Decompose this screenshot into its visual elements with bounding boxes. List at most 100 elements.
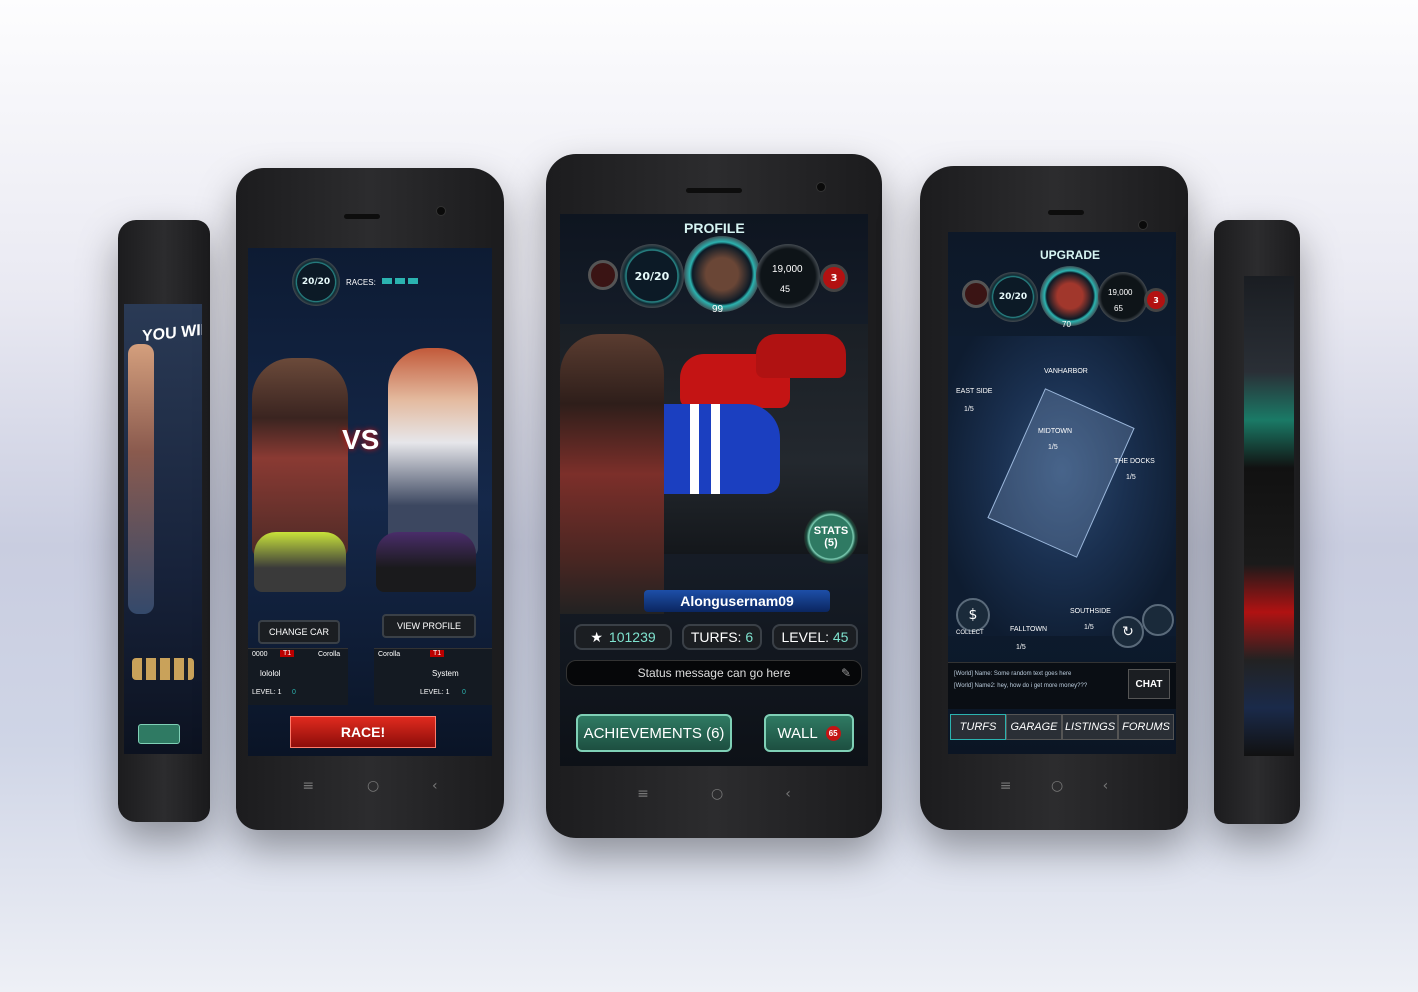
status-message: Status message can go here [637,666,791,680]
red-car-back [756,334,846,378]
district-midtown[interactable]: MIDTOWN [1038,428,1072,435]
nav-bar: ≡ ○ ‹ [546,786,882,802]
fuel-value: 20/20 [634,269,670,283]
collect-button[interactable]: $ [956,598,990,632]
profile-screen: PROFILE 20/20 99 19,000 45 3 STATS (5) A… [560,214,868,766]
avatar[interactable] [684,236,760,312]
left-tier-badge: T1 [280,650,295,657]
achievements-label: ACHIEVEMENTS (6) [583,724,725,742]
far-left-screen: YOU WIN!! [124,304,202,754]
district-falltown[interactable]: FALLTOWN [1010,626,1047,633]
speaker [344,214,380,219]
avatar-level: 99 [712,304,724,315]
level-pill: LEVEL: 45 [772,624,858,650]
district-the-docks-count: 1/5 [1126,474,1136,481]
score-pill: ★ 101239 [574,624,672,650]
district-midtown-count: 1/5 [1048,444,1058,451]
notification-count: 3 [830,272,838,284]
upgrade-screen: UPGRADE 20/20 70 19,000 65 3 VANHARBOR E… [948,232,1176,754]
menu-button[interactable] [962,280,990,308]
right-stars: 0 [462,689,466,696]
win-headline: YOU WIN!! [142,319,202,346]
stats-button[interactable]: STATS (5) [804,510,858,564]
achievements-button[interactable]: ACHIEVEMENTS (6) [576,714,732,752]
menu-icon[interactable]: ≡ [1000,778,1012,794]
fuel-gauge: 20/20 [988,272,1038,322]
tab-garage[interactable]: GARAGE [1006,714,1062,740]
chat-button[interactable]: CHAT [1128,669,1170,699]
far-right-screen [1244,276,1294,756]
view-profile-button[interactable]: VIEW PROFILE [382,614,476,638]
turfs-label: TURFS: [690,629,742,645]
fuel-gauge: 20/20 [292,258,340,306]
continue-button[interactable] [138,724,180,744]
page-title: UPGRADE [1040,248,1101,262]
races-progress-bar [382,278,420,284]
avatar[interactable] [1040,266,1100,326]
fuel-gauge: 20/20 [620,244,684,308]
city-icon[interactable] [1142,604,1174,636]
right-level: LEVEL: 1 [420,689,450,696]
currency-gauge [1098,272,1148,322]
wall-badge: 65 [825,725,841,741]
username: Alongusernam09 [680,593,794,609]
tab-turfs[interactable]: TURFS [950,714,1006,740]
score-value: 101239 [608,629,656,645]
left-level: LEVEL: 1 [252,689,282,696]
home-icon[interactable]: ○ [1051,778,1063,794]
notification-count: 3 [1153,295,1159,305]
front-camera [436,206,446,216]
district-the-docks[interactable]: THE DOCKS [1114,458,1155,465]
left-car [254,532,346,592]
level-value: 45 [832,629,849,645]
district-east-side[interactable]: EAST SIDE [956,388,992,395]
back-icon[interactable]: ‹ [432,778,438,794]
currency-gauge [756,244,820,308]
races-label: RACES: [346,278,376,287]
vs-label: VS [342,424,380,455]
wall-label: WALL [777,724,818,742]
race-screen: 20/20 RACES: VS CHANGE CAR VIEW PROFILE … [248,248,492,756]
menu-icon[interactable]: ≡ [302,778,314,794]
left-racer [252,358,348,558]
change-car-button[interactable]: CHANGE CAR [258,620,340,644]
phone-profile: PROFILE 20/20 99 19,000 45 3 STATS (5) A… [546,154,882,838]
bottom-tabs: TURFS GARAGE LISTINGS FORUMS [948,714,1176,742]
page-title: PROFILE [684,220,745,236]
race-button-label: RACE! [340,724,386,740]
gems-value: 65 [1114,304,1123,313]
left-stars: 0 [292,689,296,696]
turfs-value: 6 [745,629,754,645]
menu-button[interactable] [588,260,618,290]
speaker [686,188,742,193]
refresh-icon[interactable]: ↻ [1112,616,1144,648]
district-falltown-count: 1/5 [1016,644,1026,651]
district-southside-count: 1/5 [1084,624,1094,631]
race-button[interactable]: RACE! [290,716,436,748]
fuel-value: 20/20 [301,277,331,287]
home-icon[interactable]: ○ [711,786,723,802]
status-message-field[interactable]: Status message can go here ✎ [566,660,862,686]
edit-icon[interactable]: ✎ [841,666,851,680]
district-southside[interactable]: SOUTHSIDE [1070,608,1111,615]
district-vanharbor[interactable]: VANHARBOR [1044,368,1088,375]
tab-forums[interactable]: FORUMS [1118,714,1174,740]
speaker [1048,210,1084,215]
tab-listings[interactable]: LISTINGS [1062,714,1118,740]
character-figure [560,334,664,614]
back-icon[interactable]: ‹ [1103,778,1109,794]
notification-badge[interactable]: 3 [1144,288,1168,312]
gems-value: 45 [780,284,791,294]
left-player-card: 0000 T1 Corolla lololol LEVEL: 1 0 [248,648,348,705]
front-camera [1138,220,1148,230]
back-icon[interactable]: ‹ [785,786,791,802]
home-icon[interactable]: ○ [367,778,379,794]
right-car [376,532,476,592]
right-player-card: Corolla T1 System LEVEL: 1 0 [374,648,492,705]
wall-button[interactable]: WALL 65 [764,714,854,752]
menu-icon[interactable]: ≡ [637,786,649,802]
stats-label: STATS (5) [813,525,849,549]
notification-badge[interactable]: 3 [820,264,848,292]
phone-far-right [1214,220,1300,824]
chat-panel: [World] Name: Some random text goes here… [948,662,1176,709]
